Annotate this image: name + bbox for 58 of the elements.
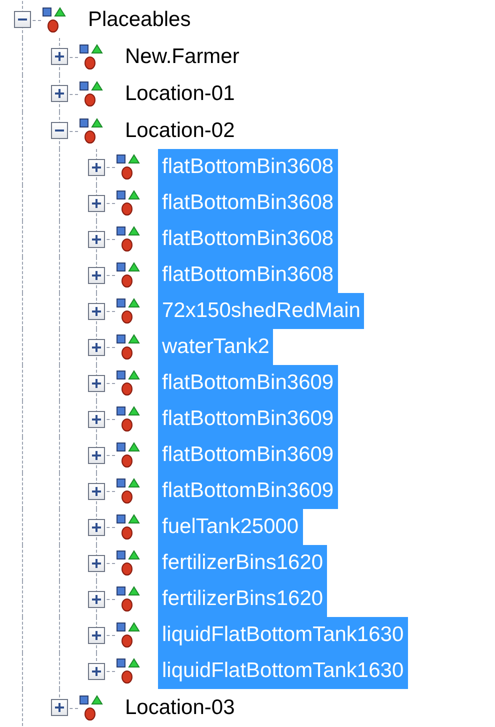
tree-item[interactable]: 72x150shedRedMain [158, 293, 364, 329]
plus-icon [91, 450, 102, 460]
tree-item[interactable]: flatBottomBin3608 [158, 185, 338, 221]
plus-icon [91, 234, 102, 244]
expand-button[interactable] [51, 85, 68, 102]
plus-icon [91, 666, 102, 676]
tree-item[interactable]: waterTank2 [158, 329, 274, 365]
tree-item[interactable]: fuelTank25000 [158, 509, 303, 545]
plus-icon [91, 558, 102, 568]
tree-item[interactable]: flatBottomBin3608 [158, 257, 338, 293]
expand-button[interactable] [88, 518, 105, 536]
plus-icon [54, 702, 65, 713]
expand-button[interactable] [88, 626, 105, 644]
tree-item[interactable]: flatBottomBin3609 [158, 401, 338, 437]
expand-button[interactable] [88, 590, 105, 608]
expand-button[interactable] [88, 374, 105, 392]
plus-icon [91, 594, 102, 604]
expand-button[interactable] [88, 410, 105, 428]
plus-icon [91, 522, 102, 532]
tree-item[interactable]: Location-01 [121, 75, 239, 112]
collapse-button[interactable] [51, 122, 68, 139]
plus-icon [91, 630, 102, 640]
tree-item[interactable]: flatBottomBin3609 [158, 365, 338, 401]
expand-button[interactable] [88, 482, 105, 500]
expand-button[interactable] [51, 48, 68, 65]
expand-button[interactable] [88, 662, 105, 680]
expand-button[interactable] [88, 230, 105, 248]
expand-button[interactable] [88, 266, 105, 284]
plus-icon [54, 51, 65, 62]
plus-icon [91, 198, 102, 208]
plus-icon [91, 342, 102, 352]
plus-icon [91, 414, 102, 424]
tree-item[interactable]: fertilizerBins1620 [158, 545, 328, 581]
tree-item[interactable]: flatBottomBin3609 [158, 473, 338, 509]
expand-button[interactable] [88, 158, 105, 176]
tree-item[interactable]: fertilizerBins1620 [158, 581, 328, 617]
plus-icon [91, 270, 102, 280]
tree-item[interactable]: Location-03 [121, 689, 239, 726]
tree-item[interactable]: flatBottomBin3608 [158, 149, 338, 185]
tree-item[interactable]: Location-02 [121, 112, 239, 149]
expand-button[interactable] [88, 338, 105, 356]
expand-button[interactable] [88, 446, 105, 464]
plus-icon [91, 486, 102, 496]
plus-icon [91, 378, 102, 388]
collapse-button[interactable] [14, 11, 31, 28]
expand-button[interactable] [51, 699, 68, 716]
expand-button[interactable] [88, 554, 105, 572]
expand-button[interactable] [88, 302, 105, 320]
plus-icon [91, 162, 102, 172]
plus-icon [91, 306, 102, 316]
tree-item[interactable]: New.Farmer [121, 38, 244, 75]
tree-item[interactable]: liquidFlatBottomTank1630 [158, 617, 408, 653]
tree-item[interactable]: flatBottomBin3608 [158, 221, 338, 257]
tree-item[interactable]: Placeables [84, 1, 195, 38]
plus-icon [54, 88, 65, 99]
tree-item[interactable]: liquidFlatBottomTank1630 [158, 653, 408, 689]
expand-button[interactable] [88, 194, 105, 212]
tree-item[interactable]: flatBottomBin3609 [158, 437, 338, 473]
